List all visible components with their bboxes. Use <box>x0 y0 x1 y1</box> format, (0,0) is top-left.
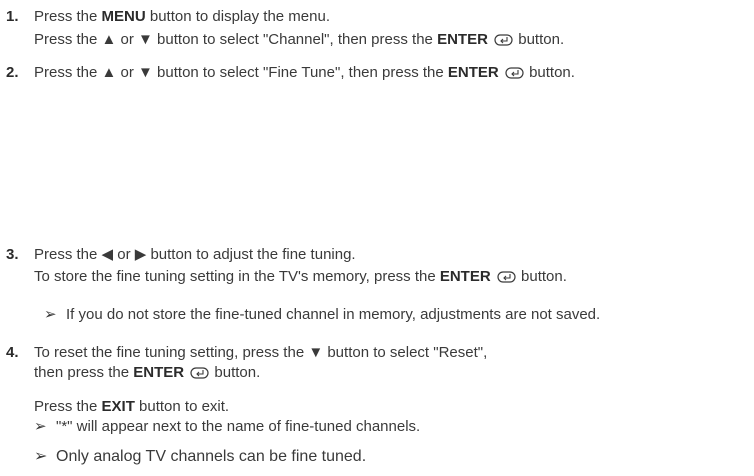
text: button to display the menu. <box>145 8 330 25</box>
note-text: Only analog TV channels can be fine tune… <box>56 448 367 465</box>
note-arrow-icon: ➢ <box>34 418 47 435</box>
text: To store the fine tuning setting in the … <box>34 268 440 285</box>
text: Press the <box>34 8 102 25</box>
step-line: Press the MENU button to display the men… <box>34 8 330 26</box>
step-number: 1. <box>6 8 19 25</box>
step-line: then press the ENTER button. <box>34 364 260 382</box>
enter-key: ENTER <box>437 31 488 48</box>
text: Press the <box>34 398 102 415</box>
note: ➢ If you do not store the fine-tuned chan… <box>44 306 600 324</box>
enter-key: ENTER <box>133 364 185 381</box>
step-line: Press the ▲ or ▼ button to select "Fine … <box>34 64 575 82</box>
exit-key: EXIT <box>101 398 135 415</box>
enter-icon <box>505 67 524 79</box>
enter-icon <box>494 34 513 46</box>
enter-icon <box>497 271 516 283</box>
text: Press the ▲ or ▼ button to select "Chann… <box>34 31 438 48</box>
note-text: "*" will appear next to the name of fine… <box>56 418 421 435</box>
step-number: 4. <box>6 344 19 361</box>
step-line: Press the ◀ or ▶ button to adjust the fi… <box>34 246 356 264</box>
text: Press the ◀ or ▶ button to adjust the fi… <box>34 246 356 263</box>
step-number: 3. <box>6 246 19 263</box>
text: button. <box>524 64 575 81</box>
enter-icon <box>190 367 209 379</box>
note-text: If you do not store the fine-tuned chann… <box>66 306 601 323</box>
note-arrow-icon: ➢ <box>34 448 48 465</box>
text: button to exit. <box>134 398 230 415</box>
enter-key: ENTER <box>447 64 499 81</box>
note-arrow-icon: ➢ <box>44 306 57 323</box>
step-number: 2. <box>6 64 19 81</box>
step-line: To reset the fine tuning setting, press … <box>34 344 487 362</box>
text: button. <box>210 364 261 381</box>
text: then press the <box>34 364 134 381</box>
note: ➢ Only analog TV channels can be fine tun… <box>34 448 366 466</box>
enter-key: ENTER <box>439 268 491 285</box>
text: To reset the fine tuning setting, press … <box>34 344 488 361</box>
step-line: Press the ▲ or ▼ button to select "Chann… <box>34 31 564 49</box>
step-line: To store the fine tuning setting in the … <box>34 268 567 286</box>
note: ➢ "*" will appear next to the name of fin… <box>34 418 420 436</box>
exit-line: Press the EXIT button to exit. <box>34 398 229 416</box>
text: Press the ▲ or ▼ button to select "Fine … <box>34 64 448 81</box>
menu-key: MENU <box>101 8 146 25</box>
text: button. <box>516 268 567 285</box>
text: button. <box>514 31 565 48</box>
